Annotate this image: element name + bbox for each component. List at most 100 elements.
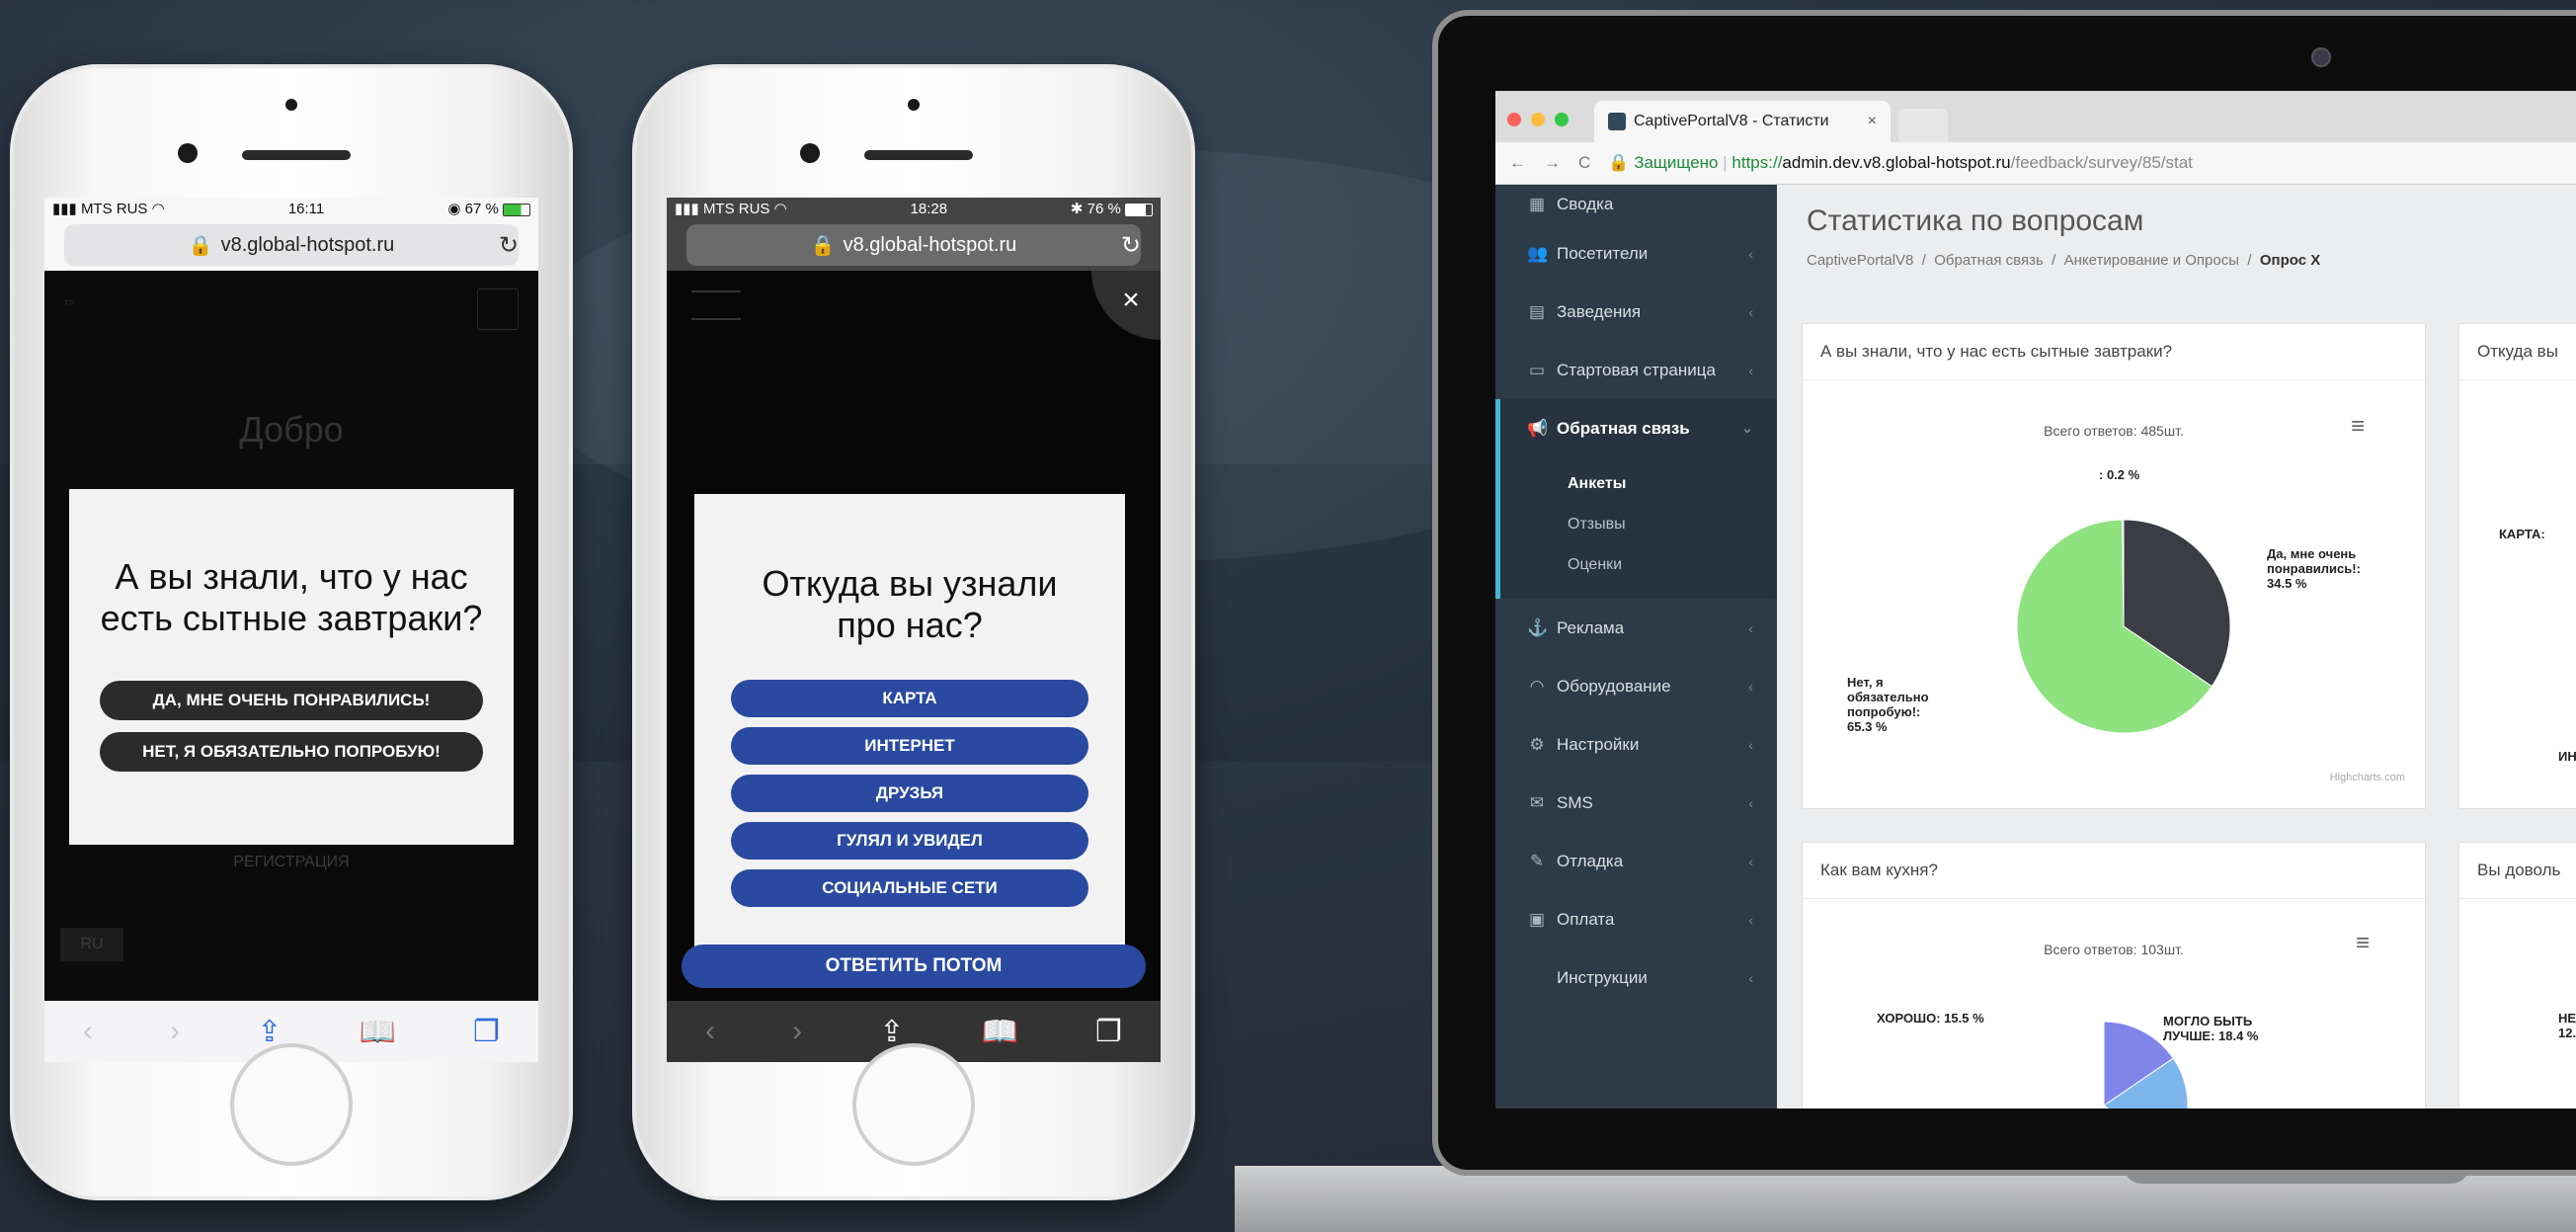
bookmarks-icon[interactable]: 📖 xyxy=(360,1015,396,1049)
language-switch[interactable]: RU xyxy=(60,928,123,961)
sidebar-item-settings[interactable]: ⚙ Настройки ‹ xyxy=(1495,715,1777,774)
alarm-icon: ◉ xyxy=(447,201,461,217)
url-host: admin.dev.v8.global-hotspot.ru xyxy=(1782,153,2011,172)
answer-walked-button[interactable]: ГУЛЯЛ И УВИДЕЛ xyxy=(731,822,1088,860)
phone-right: ▮▮▮ MTS RUS ◠ 18:28 ✱ 76 % 🔒 v8.global-h… xyxy=(632,64,1195,1200)
bluetooth-icon: ✱ xyxy=(1070,201,1084,217)
bookmarks-icon[interactable]: 📖 xyxy=(982,1015,1018,1049)
building-icon: ▤ xyxy=(1528,301,1546,321)
sidebar-item-label: Инструкции xyxy=(1557,967,1648,987)
clock: 18:28 xyxy=(910,200,948,217)
data-label-good: ХОРОШО: 15.5 % xyxy=(1877,1011,1984,1026)
answer-friends-button[interactable]: ДРУЗЬЯ xyxy=(731,775,1088,812)
tab-close-icon[interactable]: × xyxy=(1868,113,1877,130)
chevron-left-icon: ‹ xyxy=(1748,853,1753,869)
welcome-text: Добро xyxy=(239,409,344,450)
sidebar-item-venues[interactable]: ▤ Заведения ‹ xyxy=(1495,283,1777,341)
laptop-screen: CaptivePortalV8 - Статисти × ← → C 🔒 Защ… xyxy=(1495,91,2576,1109)
reload-icon[interactable]: C xyxy=(1578,153,1590,173)
sidebar-item-start-page[interactable]: ▭ Стартовая страница ‹ xyxy=(1495,341,1777,399)
sidebar-subitem-ratings[interactable]: Оценки xyxy=(1568,544,1777,585)
megaphone-icon: 📢 xyxy=(1527,418,1549,438)
chart-card-breakfast: А вы знали, что у нас есть сытные завтра… xyxy=(1802,323,2426,809)
sidebar-item-dashboard[interactable]: ▦ Сводка xyxy=(1495,185,1777,224)
sidebar-item-label: Оборудование xyxy=(1557,676,1671,696)
data-label-map: КАРТА: xyxy=(2499,527,2545,541)
tabs-icon[interactable]: ❐ xyxy=(1095,1015,1122,1049)
new-tab-button[interactable] xyxy=(1898,109,1948,142)
answer-social-button[interactable]: СОЦИАЛЬНЫЕ СЕТИ xyxy=(731,869,1088,907)
lock-icon: 🔒 xyxy=(810,234,836,257)
gears-icon: ⚙ xyxy=(1529,734,1545,754)
chevron-left-icon: ‹ xyxy=(1748,245,1753,262)
sidebar-item-label: Отладка xyxy=(1557,851,1624,870)
address-bar[interactable]: 🔒 v8.global-hotspot.ru xyxy=(686,224,1141,266)
answer-no-button[interactable]: НЕТ, Я ОБЯЗАТЕЛЬНО ПОПРОБУЮ! xyxy=(100,732,483,772)
forward-icon[interactable]: → xyxy=(1544,153,1561,173)
phone-right-screen: ▮▮▮ MTS RUS ◠ 18:28 ✱ 76 % 🔒 v8.global-h… xyxy=(667,198,1161,1062)
sidebar-item-equipment[interactable]: ◠ Оборудование ‹ xyxy=(1495,657,1777,715)
sidebar-item-ads[interactable]: ⚓ Реклама ‹ xyxy=(1495,599,1777,657)
close-window-icon[interactable] xyxy=(1507,113,1521,126)
forward-icon[interactable]: › xyxy=(170,1015,180,1048)
reload-icon[interactable]: ↻ xyxy=(1121,231,1141,260)
data-label-partial: 12. xyxy=(2558,1026,2576,1040)
home-button[interactable] xyxy=(852,1043,975,1166)
breadcrumb-item[interactable]: CaptivePortalV8 xyxy=(1807,252,1913,269)
data-label-yes: Да, мне очень понравились!: 34.5 % xyxy=(2267,546,2361,591)
maximize-window-icon[interactable] xyxy=(1555,113,1569,126)
url-path: /feedback/survey/85/stat xyxy=(2010,153,2193,172)
page-logo: ▭ xyxy=(64,296,75,308)
address-bar[interactable]: 🔒 v8.global-hotspot.ru xyxy=(64,224,519,266)
card-title: Как вам кухня? xyxy=(1803,843,2425,899)
breadcrumb-current: Опрос X xyxy=(2259,252,2321,269)
chevron-left-icon: ‹ xyxy=(1748,678,1753,695)
reload-icon[interactable]: ↻ xyxy=(499,231,519,260)
sidebar-subitem-surveys[interactable]: Анкеты xyxy=(1568,463,1777,504)
battery-icon xyxy=(503,203,530,216)
back-icon[interactable]: ← xyxy=(1509,153,1526,173)
minimize-window-icon[interactable] xyxy=(1531,113,1545,126)
answer-internet-button[interactable]: ИНТЕРНЕТ xyxy=(731,727,1088,765)
sidebar-item-debug[interactable]: ✎ Отладка ‹ xyxy=(1495,832,1777,890)
card-title: Вы доволь xyxy=(2459,843,2576,899)
battery-label: 67 % xyxy=(464,201,499,217)
data-label-no: Нет, я обязательно попробую!: 65.3 % xyxy=(1847,675,1929,734)
sidebar-item-instructions[interactable]: Инструкции ‹ xyxy=(1495,948,1777,1007)
card-icon: ▣ xyxy=(1528,909,1546,929)
browser-address-bar[interactable]: ← → C 🔒 Защищено | https://admin.dev.v8.… xyxy=(1495,142,2576,185)
sidebar-item-label: Реклама xyxy=(1557,617,1625,637)
tabs-icon[interactable]: ❐ xyxy=(473,1015,500,1049)
forward-icon[interactable]: › xyxy=(792,1015,802,1048)
sidebar-item-label: Заведения xyxy=(1557,301,1642,321)
answer-later-button[interactable]: ОТВЕТИТЬ ПОТОМ xyxy=(682,945,1146,988)
chevron-left-icon: ‹ xyxy=(1748,911,1753,928)
chevron-left-icon: ‹ xyxy=(1748,362,1753,378)
carrier-label: MTS RUS xyxy=(80,201,148,217)
sidebar-item-label: Настройки xyxy=(1557,734,1640,754)
sidebar-item-label: Оплата xyxy=(1557,909,1615,929)
answer-yes-button[interactable]: ДА, МНЕ ОЧЕНЬ ПОНРАВИЛИСЬ! xyxy=(100,681,483,720)
breadcrumb-item[interactable]: Обратная связь xyxy=(1934,252,2044,269)
back-icon[interactable]: ‹ xyxy=(705,1015,715,1048)
carrier-label: MTS RUS xyxy=(702,201,770,217)
sidebar-item-feedback[interactable]: 📢 Обратная связь ⌄ xyxy=(1495,399,1777,457)
browser-tabstrip: CaptivePortalV8 - Статисти × xyxy=(1495,91,2576,142)
sidebar-item-payment[interactable]: ▣ Оплата ‹ xyxy=(1495,890,1777,948)
status-bar: ▮▮▮ MTS RUS ◠ 18:28 ✱ 76 % xyxy=(667,198,1161,219)
breadcrumb-item[interactable]: Анкетирование и Опросы xyxy=(2064,252,2239,269)
status-bar: ▮▮▮ MTS RUS ◠ 16:11 ◉ 67 % xyxy=(44,198,538,219)
sidebar-subitem-reviews[interactable]: Отзывы xyxy=(1568,504,1777,544)
browser-tab[interactable]: CaptivePortalV8 - Статисти × xyxy=(1594,101,1891,142)
data-label-other: : 0.2 % xyxy=(2099,467,2140,482)
home-button[interactable] xyxy=(230,1043,353,1166)
answer-map-button[interactable]: КАРТА xyxy=(731,680,1088,717)
url-text: v8.global-hotspot.ru xyxy=(220,233,395,256)
back-icon[interactable]: ‹ xyxy=(83,1015,93,1048)
sidebar-item-label: Обратная связь xyxy=(1557,418,1690,438)
phone-left: ▮▮▮ MTS RUS ◠ 16:11 ◉ 67 % 🔒 v8.global-h… xyxy=(10,64,573,1200)
sidebar-item-sms[interactable]: ✉ SMS ‹ xyxy=(1495,774,1777,832)
menu-square[interactable] xyxy=(477,288,519,330)
laptop: CaptivePortalV8 - Статисти × ← → C 🔒 Защ… xyxy=(1432,10,2576,1176)
sidebar-item-visitors[interactable]: 👥 Посетители ‹ xyxy=(1495,224,1777,283)
